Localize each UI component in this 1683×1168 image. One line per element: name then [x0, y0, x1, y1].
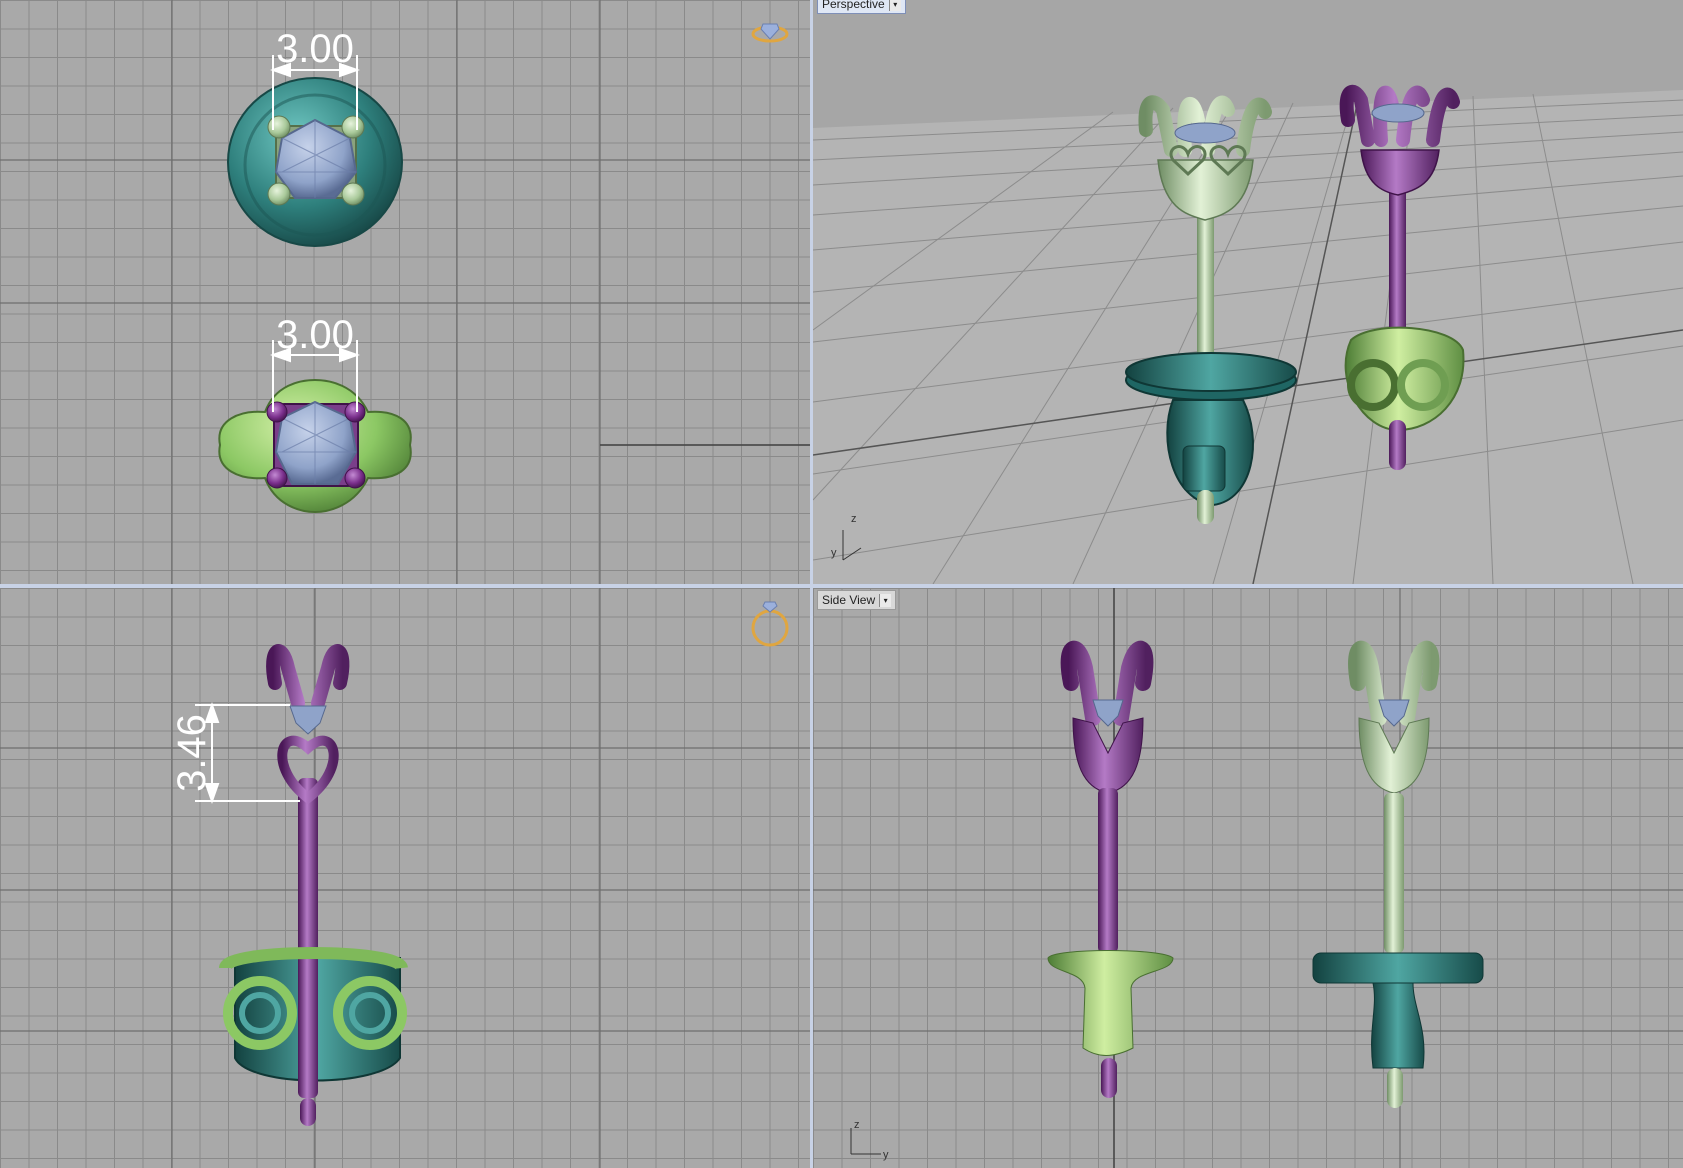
axis-z-label: z: [851, 513, 857, 525]
dropdown-arrow-icon[interactable]: ▾: [888, 0, 901, 11]
dropdown-arrow-icon[interactable]: ▾: [879, 593, 892, 607]
top-earring-teal: [227, 77, 403, 247]
workspace: 3.00 3.00 z y Perspective ▾ 3.46 z y Sid…: [0, 0, 1683, 1168]
viewport-label-perspective[interactable]: Perspective ▾: [817, 0, 906, 14]
front-earring: [219, 644, 408, 1126]
axis-y-label-side: y: [883, 1149, 889, 1161]
diamond-ring-icon[interactable]: [751, 23, 789, 43]
bottom-earring-lime: [218, 378, 412, 514]
dimension-top-label: 3.00: [276, 27, 354, 71]
viewport-top[interactable]: 3.00 3.00: [0, 0, 810, 584]
major-grid: [0, 588, 810, 1168]
dimension-side-label: 3.46: [170, 714, 214, 792]
front-view-canvas: 3.46: [0, 588, 810, 1168]
viewport-label-side[interactable]: Side View ▾: [817, 590, 897, 610]
perspective-canvas: z y: [813, 84, 1683, 584]
ring-icon[interactable]: [751, 601, 789, 647]
perspective-label-text: Perspective: [822, 0, 885, 11]
viewport-perspective[interactable]: z y Perspective ▾: [813, 0, 1683, 584]
side-view-canvas: z y: [813, 588, 1683, 1168]
side-earring-sage: [1312, 640, 1484, 1108]
axis-gizmo-side: [850, 1128, 881, 1155]
top-view-canvas: 3.00 3.00: [0, 0, 810, 584]
axis-y-label: y: [831, 547, 837, 559]
viewport-front[interactable]: 3.46: [0, 588, 810, 1168]
major-grid: [0, 0, 810, 584]
axis-z-label-side: z: [854, 1119, 860, 1131]
major-grid: [813, 588, 1683, 1168]
dimension-bottom-label: 3.00: [276, 313, 354, 357]
side-view-label-text: Side View: [822, 593, 876, 607]
viewport-side[interactable]: z y Side View ▾: [813, 588, 1683, 1168]
viewport-divider-horizontal[interactable]: [0, 584, 1683, 588]
